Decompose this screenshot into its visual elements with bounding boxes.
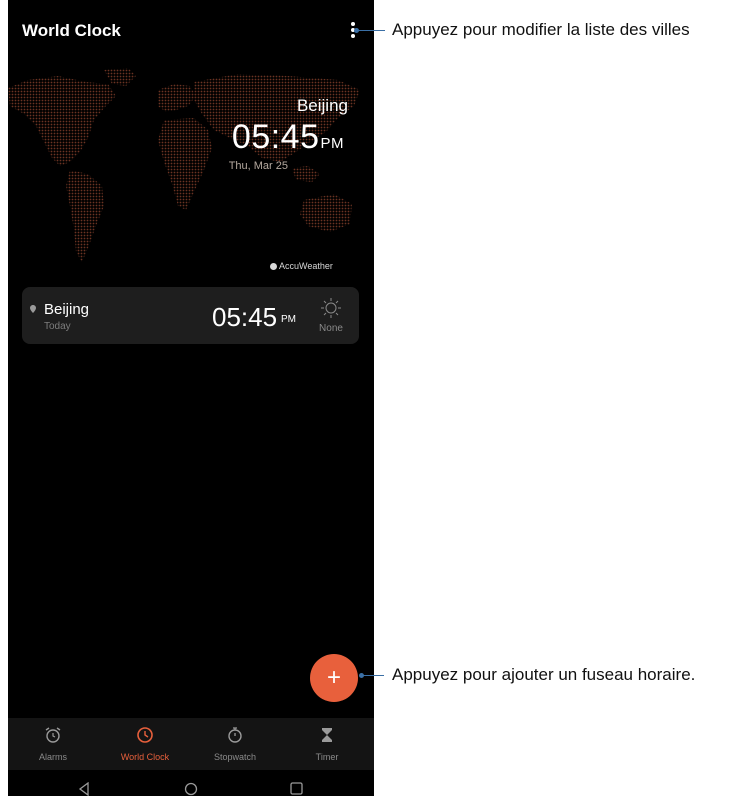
hourglass-icon — [322, 728, 332, 742]
alarm-clock-icon — [45, 727, 61, 743]
tab-stopwatch-label: Stopwatch — [213, 752, 257, 762]
map-time: 05:45PM — [178, 118, 344, 157]
accuweather-logo-icon — [270, 262, 277, 270]
tab-world-clock-label: World Clock — [120, 752, 170, 762]
tab-alarms-label: Alarms — [38, 752, 67, 762]
tab-timer[interactable]: Timer — [292, 718, 362, 770]
city-time: 05:45 — [212, 302, 278, 332]
city-name: Beijing — [44, 301, 90, 318]
sun-icon — [321, 298, 341, 318]
annotation-leader-line — [362, 675, 384, 676]
add-city-button[interactable]: + — [310, 654, 358, 702]
kebab-dot — [351, 34, 355, 38]
tab-alarms[interactable]: Alarms — [18, 718, 88, 770]
world-clock-icon — [137, 727, 153, 743]
bottom-navigation: Alarms World Clock Stopwatch Timer — [8, 718, 374, 770]
home-icon[interactable] — [184, 782, 198, 796]
map-time-ampm: PM — [320, 135, 344, 152]
page-title: World Clock — [22, 21, 121, 40]
annotation-leader-line — [357, 30, 385, 31]
accuweather-attribution: AccuWeather — [270, 261, 333, 271]
system-navigation-bar — [8, 770, 374, 796]
city-time-ampm: PM — [281, 314, 296, 325]
accuweather-label: AccuWeather — [279, 261, 333, 271]
location-pin-icon — [30, 305, 36, 313]
phone-screen: World Clock Beijing 05:45PM Thu, Mar 25 … — [8, 0, 374, 796]
map-date: Thu, Mar 25 — [228, 160, 288, 172]
kebab-dot — [351, 22, 355, 26]
annotation-menu: Appuyez pour modifier la liste des ville… — [392, 20, 690, 39]
map-time-value: 05:45 — [231, 118, 320, 156]
map-city-name: Beijing — [296, 96, 348, 115]
recents-icon[interactable] — [290, 782, 303, 795]
tab-stopwatch[interactable]: Stopwatch — [200, 718, 270, 770]
city-list-item[interactable]: Beijing Today 05:45 PM None — [22, 287, 359, 344]
tab-timer-label: Timer — [315, 752, 339, 762]
app-header: World Clock — [8, 0, 374, 62]
back-icon[interactable] — [78, 782, 90, 796]
stopwatch-icon — [228, 727, 242, 743]
city-day: Today — [44, 321, 71, 332]
weather-label: None — [319, 323, 343, 334]
tab-world-clock[interactable]: World Clock — [110, 718, 180, 770]
annotation-add: Appuyez pour ajouter un fuseau horaire. — [392, 665, 696, 684]
